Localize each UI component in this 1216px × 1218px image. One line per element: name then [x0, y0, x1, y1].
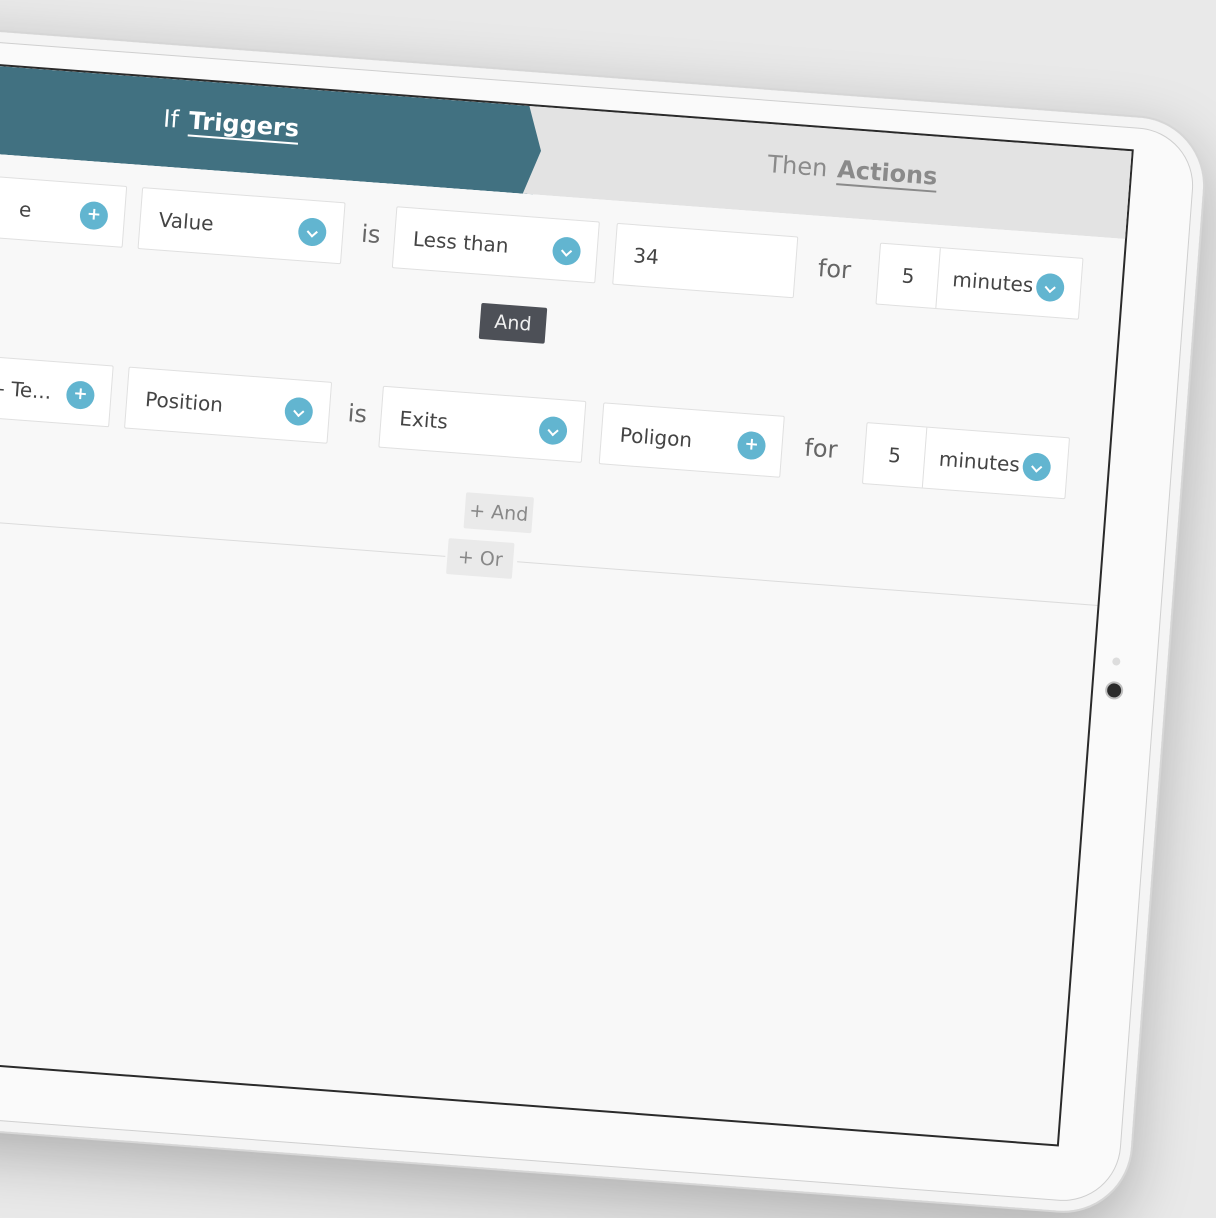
attribute-select-2[interactable]: Position	[124, 366, 333, 444]
unit-select-2[interactable]: minutes	[938, 447, 1021, 477]
or-divider-right	[517, 561, 1102, 607]
chevron-down-icon[interactable]	[551, 236, 582, 267]
proximity-sensor	[1112, 657, 1121, 666]
source-select-1-text: e	[18, 197, 33, 222]
tab-triggers-label[interactable]: Triggers	[188, 106, 300, 142]
is-label-1: is	[360, 219, 382, 250]
for-label-2: for	[803, 433, 839, 464]
chevron-down-icon[interactable]	[283, 396, 314, 427]
source-select-2[interactable]: - Te... +	[0, 348, 114, 428]
add-and-button[interactable]: + And	[463, 492, 535, 534]
geofence-select-2[interactable]: Poligon +	[598, 402, 785, 478]
tab-actions-text: Then Actions	[767, 150, 939, 191]
duration-input-1[interactable]: 5	[876, 243, 941, 309]
duration-input-2[interactable]: 5	[863, 423, 928, 488]
trigger-row-2: - Te... + Position is Exits Poligon + fo…	[0, 345, 1114, 505]
chevron-down-icon[interactable]	[538, 415, 569, 446]
operator-select-2-text: Exits	[398, 406, 449, 434]
and-connector[interactable]: And	[478, 302, 548, 344]
tab-actions-prefix: Then	[766, 150, 829, 183]
duration-field-2[interactable]: 5 minutes	[861, 422, 1071, 500]
operator-select-1-text: Less than	[412, 226, 510, 258]
tab-actions[interactable]: Then Actions	[523, 106, 1134, 240]
tab-triggers-prefix: If	[162, 104, 180, 134]
source-select-2-text: - Te...	[0, 375, 53, 404]
add-or-button[interactable]: + Or	[446, 538, 515, 579]
plus-icon[interactable]: +	[78, 200, 109, 231]
tablet-frame: If Triggers Then Actions e + Value is Less…	[0, 18, 1211, 1218]
tab-actions-label[interactable]: Actions	[836, 155, 938, 190]
plus-icon[interactable]: +	[65, 380, 96, 411]
attribute-select-2-text: Position	[144, 386, 224, 417]
tab-triggers-text: If Triggers	[162, 105, 300, 143]
chevron-down-icon[interactable]	[1035, 272, 1066, 303]
chevron-down-icon[interactable]	[297, 217, 328, 248]
for-label-1: for	[816, 254, 852, 285]
value-input-1-text: 34	[632, 243, 660, 270]
plus-icon[interactable]: +	[736, 430, 767, 461]
geofence-select-2-text: Poligon	[619, 422, 693, 453]
screen: If Triggers Then Actions e + Value is Less…	[0, 53, 1134, 1147]
is-label-2: is	[346, 399, 368, 429]
or-divider-left	[0, 509, 446, 557]
value-input-1[interactable]: 34	[612, 222, 799, 299]
attribute-select-1-text: Value	[157, 207, 215, 236]
camera-icon	[1106, 682, 1122, 698]
chevron-down-icon[interactable]	[1021, 451, 1052, 483]
operator-select-2[interactable]: Exits	[378, 385, 587, 463]
tab-triggers[interactable]: If Triggers	[0, 56, 554, 196]
unit-select-1[interactable]: minutes	[952, 267, 1035, 297]
